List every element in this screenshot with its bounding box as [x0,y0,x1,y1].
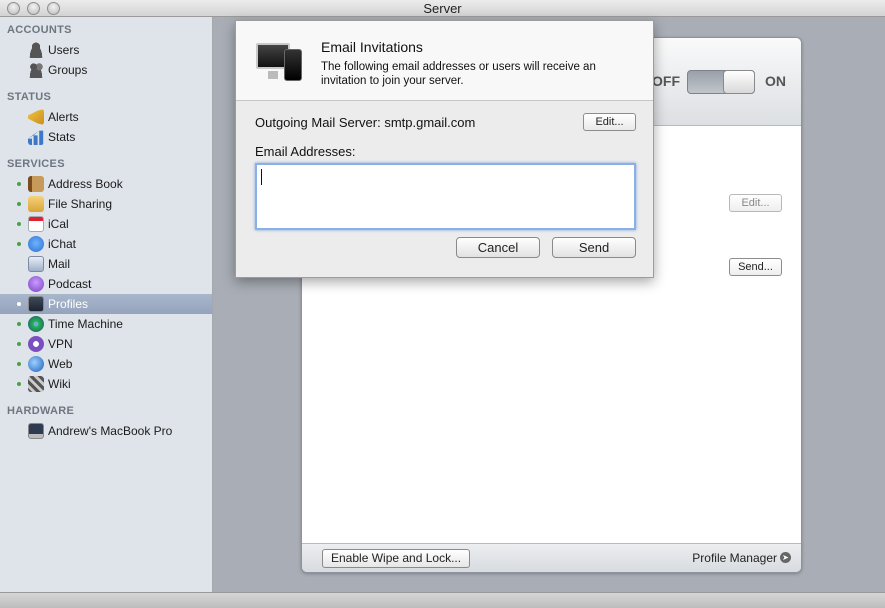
profile-manager-link[interactable]: Profile Manager [692,551,777,565]
stats-icon [28,130,44,145]
section-hardware: HARDWARE [7,405,75,417]
vpn-icon [28,336,44,352]
podcast-icon [28,276,44,292]
text-caret [261,169,262,185]
email-invitations-dialog: Email Invitations The following email ad… [235,20,654,278]
toggle-off-label: OFF [652,73,680,89]
sidebar-item-label: Profiles [48,297,89,311]
panel-edit-button[interactable]: Edit... [729,194,782,212]
sidebar-item-label: Wiki [48,377,71,391]
ichat-icon [28,236,44,252]
service-running-indicator [17,222,21,226]
devices-icon [254,41,304,85]
sidebar-item-label: Time Machine [48,317,123,331]
group-icon [28,62,44,78]
title-bar: Server [0,0,885,17]
email-addresses-field[interactable] [255,163,636,230]
sidebar-item-profiles[interactable]: Profiles [0,294,212,314]
sidebar-item-users[interactable]: Users [0,40,212,60]
sidebar-item-mail[interactable]: Mail [0,254,212,274]
service-running-indicator [17,362,21,366]
sidebar-item-alerts[interactable]: Alerts [0,107,212,127]
toggle-knob[interactable] [723,70,755,94]
dialog-header: Email Invitations The following email ad… [236,21,653,101]
panel-send-button[interactable]: Send... [729,258,782,276]
sidebar-item-label: Address Book [48,177,123,191]
panel-footer: Enable Wipe and Lock... Profile Manager … [302,543,801,572]
service-running-indicator [17,182,21,186]
sidebar-item-label: Alerts [48,110,79,124]
alert-icon [28,109,44,125]
sidebar-item-label: Web [48,357,73,371]
email-addresses-label: Email Addresses: [255,144,356,159]
window-title: Server [423,1,462,16]
sidebar-item-file-sharing[interactable]: File Sharing [0,194,212,214]
macbook-icon [28,423,44,439]
sidebar-item-macbook-pro[interactable]: Andrew's MacBook Pro [0,421,212,441]
service-running-indicator [17,302,21,306]
sidebar-item-label: File Sharing [48,197,113,211]
window-bottom-bar [0,592,885,608]
mail-server-label: Outgoing Mail Server: smtp.gmail.com [255,115,476,130]
web-icon [28,356,44,372]
sidebar-item-label: Groups [48,63,88,77]
service-running-indicator [17,202,21,206]
sidebar-item-groups[interactable]: Groups [0,60,212,80]
profiles-icon [28,296,44,312]
sidebar: ACCOUNTS Users Groups STATUS Alerts Stat… [0,17,213,592]
sidebar-item-stats[interactable]: Stats [0,127,212,147]
sidebar-item-vpn[interactable]: VPN [0,334,212,354]
sidebar-item-wiki[interactable]: Wiki [0,374,212,394]
section-status: STATUS [7,91,52,103]
sidebar-item-label: iCal [48,217,69,231]
sidebar-item-label: Andrew's MacBook Pro [48,424,173,438]
sidebar-item-label: Users [48,43,80,57]
wiki-icon [28,376,44,392]
address-book-icon [28,176,44,192]
sidebar-item-label: Stats [48,130,76,144]
user-icon [28,42,44,58]
sidebar-item-web[interactable]: Web [0,354,212,374]
sidebar-item-label: Mail [48,257,71,271]
toggle-on-label: ON [765,73,786,89]
section-accounts: ACCOUNTS [7,24,72,36]
sidebar-item-label: iChat [48,237,77,251]
ical-icon [28,216,44,232]
service-running-indicator [17,322,21,326]
cancel-button[interactable]: Cancel [456,237,540,258]
send-button[interactable]: Send [552,237,636,258]
sidebar-item-podcast[interactable]: Podcast [0,274,212,294]
sidebar-item-address-book[interactable]: Address Book [0,174,212,194]
sidebar-item-label: Podcast [48,277,92,291]
sidebar-item-ical[interactable]: iCal [0,214,212,234]
sidebar-item-ichat[interactable]: iChat [0,234,212,254]
service-running-indicator [17,342,21,346]
sidebar-item-time-machine[interactable]: Time Machine [0,314,212,334]
arrow-right-circle-icon[interactable]: ➤ [780,552,791,563]
mail-icon [28,256,44,272]
service-running-indicator [17,382,21,386]
time-machine-icon [28,316,44,332]
mail-server-edit-button[interactable]: Edit... [583,113,636,131]
dialog-description: The following email addresses or users w… [321,61,596,87]
service-running-indicator [17,242,21,246]
file-sharing-icon [28,196,44,212]
enable-wipe-lock-button[interactable]: Enable Wipe and Lock... [322,549,471,568]
section-services: SERVICES [7,158,65,170]
dialog-title: Email Invitations [321,39,423,55]
sidebar-item-label: VPN [48,337,73,351]
service-toggle[interactable] [687,70,755,94]
